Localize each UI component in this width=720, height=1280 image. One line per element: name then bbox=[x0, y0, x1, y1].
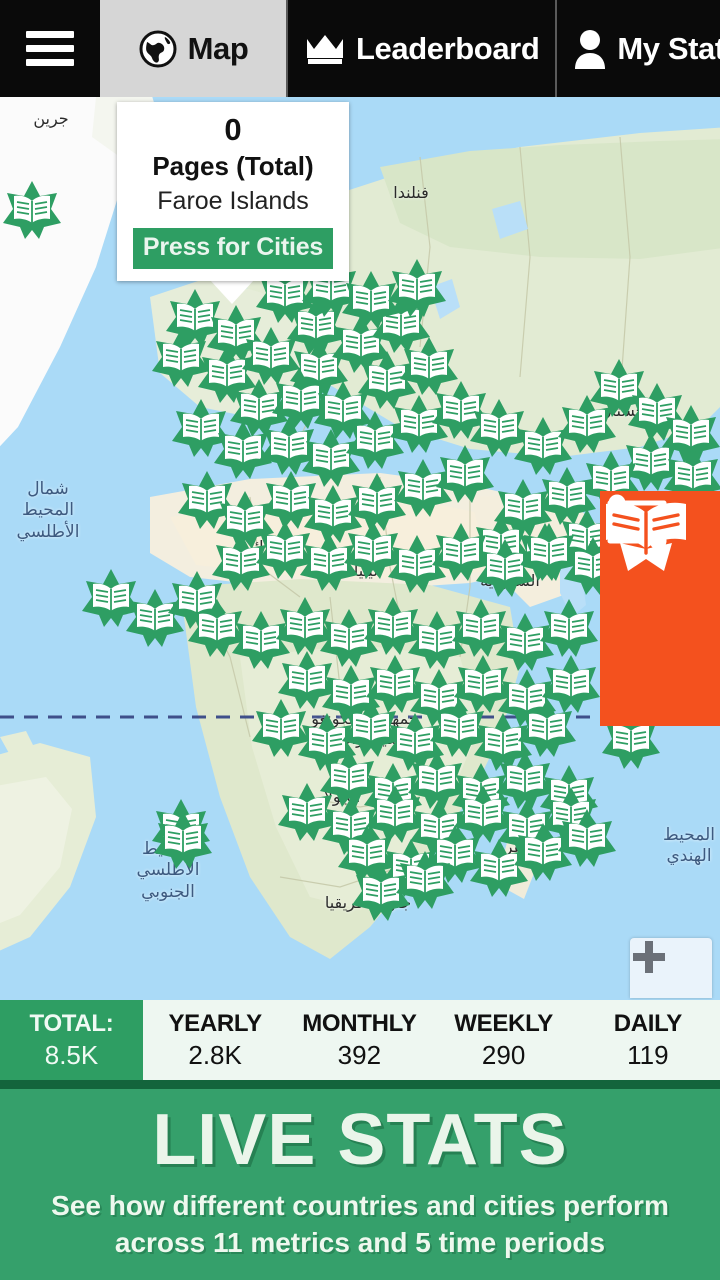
tab-map-label: Map bbox=[187, 30, 249, 66]
plus-icon bbox=[633, 941, 665, 973]
tab-leaderboard-label: Leaderboard bbox=[356, 30, 540, 66]
country-info-callout[interactable]: 0 Pages (Total) Faroe Islands Press for … bbox=[117, 102, 349, 282]
stat-cell-monthly[interactable]: MONTHLY 392 bbox=[287, 1000, 431, 1080]
callout-pointer bbox=[210, 280, 254, 304]
stat-label: YEARLY bbox=[168, 1009, 262, 1037]
tab-map[interactable]: Map bbox=[100, 0, 286, 97]
callout-value: 0 bbox=[224, 112, 242, 147]
tab-leaderboard[interactable]: Leaderboard bbox=[286, 0, 555, 97]
banner-subtitle: See how different countries and cities p… bbox=[51, 1189, 669, 1259]
hamburger-line bbox=[26, 31, 74, 38]
stat-cell-total[interactable]: TOTAL: 8.5K bbox=[0, 1000, 143, 1080]
press-for-cities-button[interactable]: Press for Cities bbox=[133, 228, 333, 270]
zoom-in-button[interactable] bbox=[630, 938, 712, 998]
app-root: Map Leaderboard My Stats bbox=[0, 0, 720, 1280]
callout-metric: Pages (Total) bbox=[152, 150, 314, 181]
stat-cell-weekly[interactable]: WEEKLY 290 bbox=[432, 1000, 576, 1080]
stat-label: DAILY bbox=[613, 1009, 683, 1037]
hamburger-line bbox=[26, 59, 74, 66]
side-action-panel bbox=[600, 491, 720, 726]
stat-value: 8.5K bbox=[44, 1039, 99, 1070]
hamburger-menu-icon[interactable] bbox=[0, 0, 100, 97]
live-stats-banner: LIVE STATS See how different countries a… bbox=[0, 1080, 720, 1280]
person-icon bbox=[573, 29, 607, 69]
banner-title: LIVE STATS bbox=[152, 1100, 568, 1180]
callout-place: Faroe Islands bbox=[157, 187, 309, 216]
tab-my-stats[interactable]: My Stats bbox=[555, 0, 720, 97]
stat-value: 2.8K bbox=[188, 1039, 242, 1070]
crown-icon bbox=[304, 31, 346, 67]
stat-cell-yearly[interactable]: YEARLY 2.8K bbox=[143, 1000, 287, 1080]
hamburger-line bbox=[26, 45, 74, 52]
stat-label: MONTHLY bbox=[302, 1009, 417, 1037]
stat-value: 392 bbox=[337, 1039, 382, 1070]
tab-my-stats-label: My Stats bbox=[617, 30, 720, 66]
top-navigation-bar: Map Leaderboard My Stats bbox=[0, 0, 720, 97]
stat-cell-daily[interactable]: DAILY 119 bbox=[576, 1000, 720, 1080]
stat-label: WEEKLY bbox=[454, 1009, 553, 1037]
stat-label: TOTAL: bbox=[29, 1009, 114, 1037]
stat-value: 119 bbox=[627, 1039, 669, 1070]
globe-icon bbox=[138, 29, 178, 69]
world-map[interactable]: جرين فنلندا كازاخستان شمال المحيط الأطلس… bbox=[0, 97, 720, 1000]
stat-value: 290 bbox=[481, 1039, 526, 1070]
stats-summary-bar: TOTAL: 8.5K YEARLY 2.8K MONTHLY 392 WEEK… bbox=[0, 1000, 720, 1080]
